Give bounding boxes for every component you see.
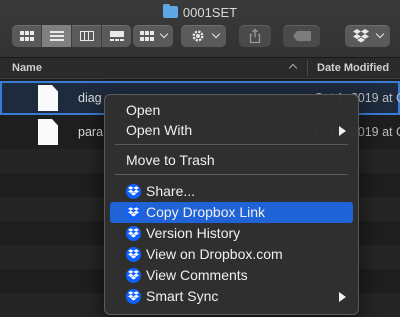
menu-item-open-with[interactable]: Open With [110, 120, 353, 141]
dropbox-icon [126, 289, 141, 304]
window-toolbar: 0001SET [0, 0, 400, 60]
list-icon [49, 31, 64, 41]
document-icon [38, 85, 58, 111]
view-mode-segmented-control [12, 25, 131, 47]
menu-item-label: Open [126, 102, 161, 118]
chevron-down-icon [211, 29, 221, 39]
dropbox-icon [353, 29, 369, 43]
submenu-arrow-icon [339, 126, 346, 136]
list-view-button[interactable] [42, 25, 72, 47]
group-menu-button[interactable] [133, 25, 173, 47]
menu-item-view-on-dropbox[interactable]: View on Dropbox.com [110, 244, 353, 265]
menu-item-label: Version History [146, 225, 241, 241]
menu-item-copy-dropbox-link[interactable]: Copy Dropbox Link [110, 202, 353, 223]
menu-item-open[interactable]: Open [110, 100, 353, 121]
dropbox-icon [126, 205, 141, 220]
menu-item-view-comments[interactable]: View Comments [110, 265, 353, 286]
menu-item-smart-sync[interactable]: Smart Sync [110, 286, 353, 307]
menu-item-share[interactable]: Share... [110, 181, 353, 202]
name-column-header[interactable]: Name [12, 62, 42, 74]
submenu-arrow-icon [339, 292, 346, 302]
folder-icon [162, 4, 178, 18]
share-button[interactable] [239, 25, 271, 47]
sort-chevron-icon [288, 63, 298, 73]
dropbox-menu-button[interactable] [345, 25, 390, 47]
menu-separator [115, 144, 348, 145]
columns-icon [79, 31, 94, 41]
document-icon [38, 119, 58, 145]
file-name: para [78, 125, 104, 139]
menu-item-move-to-trash[interactable]: Move to Trash [110, 150, 353, 171]
menu-item-label: Share... [146, 183, 196, 199]
column-divider[interactable] [307, 60, 308, 76]
chevron-down-icon [159, 29, 169, 39]
tag-icon [292, 31, 311, 41]
gallery-view-button[interactable] [102, 25, 131, 47]
menu-item-label: Move to Trash [126, 152, 215, 168]
dropbox-icon [126, 184, 141, 199]
window-title-text: 0001SET [182, 5, 238, 20]
file-name: diag [78, 91, 102, 105]
tags-button[interactable] [283, 25, 320, 47]
grid-icon [19, 31, 34, 41]
chevron-down-icon [375, 29, 385, 39]
gallery-icon [109, 31, 124, 41]
menu-item-label: Copy Dropbox Link [146, 204, 266, 220]
menu-separator [115, 174, 348, 175]
menu-item-label: View Comments [146, 267, 248, 283]
menu-item-label: Open With [126, 122, 193, 138]
dropbox-icon [126, 226, 141, 241]
window-title: 0001SET [0, 4, 400, 20]
column-view-button[interactable] [72, 25, 102, 47]
dropbox-icon [126, 268, 141, 283]
context-menu: Open Open With Move to Trash Share... Co… [104, 94, 359, 315]
group-grid-icon [140, 31, 154, 41]
menu-item-version-history[interactable]: Version History [110, 223, 353, 244]
column-header: Name Date Modified [0, 57, 400, 79]
dropbox-icon [126, 247, 141, 262]
action-menu-button[interactable] [181, 25, 226, 47]
menu-item-label: View on Dropbox.com [146, 246, 283, 262]
date-modified-column-header[interactable]: Date Modified [317, 62, 389, 74]
share-icon [249, 28, 261, 44]
gear-icon [192, 30, 204, 42]
menu-item-label: Smart Sync [146, 288, 219, 304]
icon-view-button[interactable] [12, 25, 42, 47]
